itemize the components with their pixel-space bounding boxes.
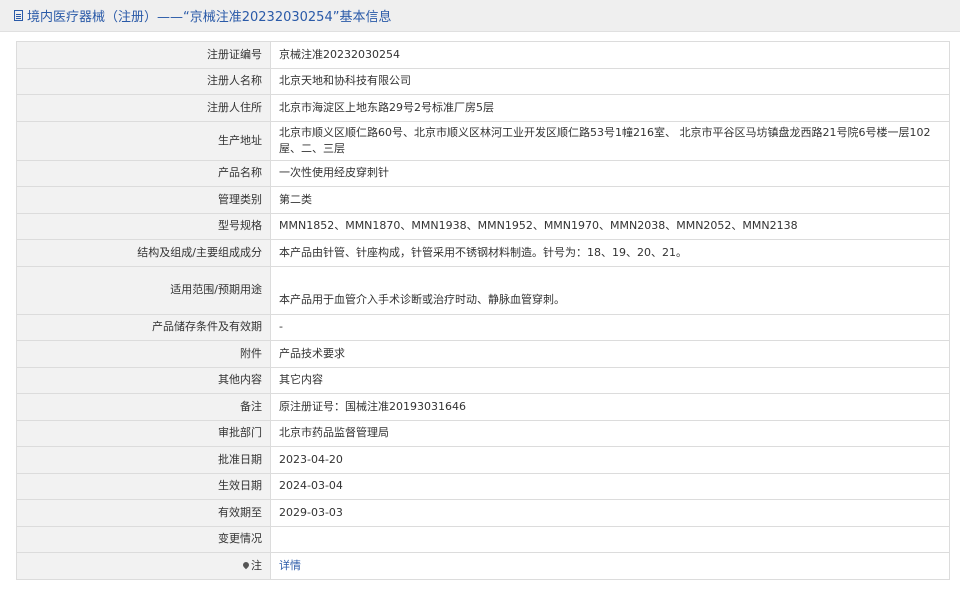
row-label: 变更情况 (16, 525, 271, 553)
row-label: 生效日期 (16, 472, 271, 500)
table-row-remarks: 备注 原注册证号：国械注准20193031646 (16, 393, 950, 421)
row-label: 生产地址 (16, 120, 271, 161)
table-row-approval-date: 批准日期 2023-04-20 (16, 446, 950, 474)
row-label: 其他内容 (16, 366, 271, 394)
table-row-note: 注 详情 (16, 552, 950, 580)
row-label: 批准日期 (16, 446, 271, 474)
row-label: 结构及组成/主要组成成分 (16, 239, 271, 267)
row-label-note: 注 (16, 552, 271, 580)
info-table: 注册证编号 京械注准20232030254 注册人名称 北京天地和协科技有限公司… (16, 41, 950, 580)
details-link[interactable]: 详情 (279, 559, 301, 572)
table-row-model-spec: 型号规格 MMN1852、MMN1870、MMN1938、MMN1952、MMN… (16, 212, 950, 240)
table-row-product-name: 产品名称 一次性使用经皮穿刺针 (16, 159, 950, 187)
row-value: 2023-04-20 (270, 446, 950, 474)
table-row-production-address: 生产地址 北京市顺义区顺仁路60号、北京市顺义区林河工业开发区顺仁路53号1幢2… (16, 120, 950, 161)
table-row-registrant-address: 注册人住所 北京市海淀区上地东路29号2号标准厂房5层 (16, 94, 950, 122)
row-label: 产品名称 (16, 159, 271, 187)
row-label: 审批部门 (16, 419, 271, 447)
table-row-change-status: 变更情况 (16, 525, 950, 553)
row-label: 型号规格 (16, 212, 271, 240)
row-value: 原注册证号：国械注准20193031646 (270, 393, 950, 421)
row-value: 其它内容 (270, 366, 950, 394)
row-value: 北京市顺义区顺仁路60号、北京市顺义区林河工业开发区顺仁路53号1幢216室、 … (270, 120, 950, 161)
row-value: 详情 (270, 552, 950, 580)
row-label: 有效期至 (16, 499, 271, 527)
table-row-attachment: 附件 产品技术要求 (16, 340, 950, 368)
table-row-intended-use: 适用范围/预期用途 本产品用于血管介入手术诊断或治疗时动、静脉血管穿刺。 (16, 265, 950, 315)
row-value: 京械注准20232030254 (270, 41, 950, 69)
info-table-wrap: 注册证编号 京械注准20232030254 注册人名称 北京天地和协科技有限公司… (16, 41, 950, 580)
row-value: 第二类 (270, 186, 950, 214)
row-label: 注册证编号 (16, 41, 271, 69)
table-row-registration-number: 注册证编号 京械注准20232030254 (16, 41, 950, 69)
table-row-approval-dept: 审批部门 北京市药品监督管理局 (16, 419, 950, 447)
table-row-other-content: 其他内容 其它内容 (16, 366, 950, 394)
page: 境内医疗器械（注册）——“京械注准20232030254”基本信息 注册证编号 … (0, 0, 960, 610)
row-value: 北京天地和协科技有限公司 (270, 67, 950, 95)
row-value: 产品技术要求 (270, 340, 950, 368)
row-value (270, 525, 950, 553)
row-value: 一次性使用经皮穿刺针 (270, 159, 950, 187)
row-label: 管理类别 (16, 186, 271, 214)
table-row-storage: 产品储存条件及有效期 - (16, 313, 950, 341)
row-value: 本产品由针管、针座构成，针管采用不锈钢材料制造。针号为：18、19、20、21。 (270, 239, 950, 267)
row-value: 2024-03-04 (270, 472, 950, 500)
row-value: 北京市药品监督管理局 (270, 419, 950, 447)
row-label: 适用范围/预期用途 (16, 265, 271, 315)
note-label: 注 (251, 558, 262, 572)
table-row-expiry-date: 有效期至 2029-03-03 (16, 499, 950, 527)
page-title: 境内医疗器械（注册）——“京械注准20232030254”基本信息 (27, 10, 392, 25)
row-label: 附件 (16, 340, 271, 368)
row-label: 注册人住所 (16, 94, 271, 122)
table-row-management-category: 管理类别 第二类 (16, 186, 950, 214)
table-row-registrant-name: 注册人名称 北京天地和协科技有限公司 (16, 67, 950, 95)
table-row-structure: 结构及组成/主要组成成分 本产品由针管、针座构成，针管采用不锈钢材料制造。针号为… (16, 239, 950, 267)
table-row-effective-date: 生效日期 2024-03-04 (16, 472, 950, 500)
row-label: 备注 (16, 393, 271, 421)
page-header: 境内医疗器械（注册）——“京械注准20232030254”基本信息 (0, 0, 960, 32)
row-label: 产品储存条件及有效期 (16, 313, 271, 341)
row-value: - (270, 313, 950, 341)
row-value: MMN1852、MMN1870、MMN1938、MMN1952、MMN1970、… (270, 212, 950, 240)
row-label: 注册人名称 (16, 67, 271, 95)
row-value: 北京市海淀区上地东路29号2号标准厂房5层 (270, 94, 950, 122)
row-value: 本产品用于血管介入手术诊断或治疗时动、静脉血管穿刺。 (270, 265, 950, 315)
document-icon (14, 10, 23, 21)
pin-icon (241, 560, 251, 569)
row-value: 2029-03-03 (270, 499, 950, 527)
